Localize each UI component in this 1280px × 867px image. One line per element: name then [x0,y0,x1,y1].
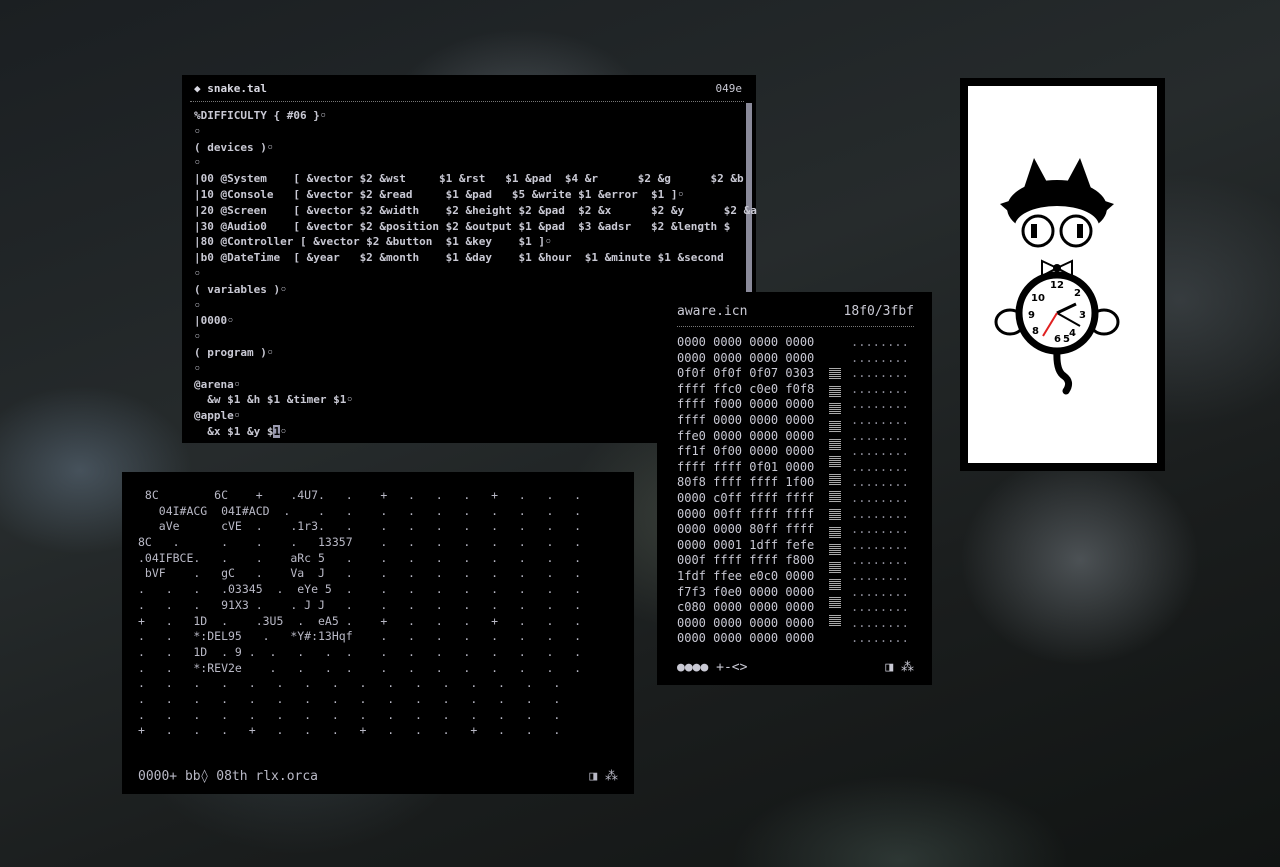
hex-row: ffff f000 0000 0000 [677,397,815,412]
code-line: |30 @Audio0 [ &vector $2 &position $2 &o… [194,219,731,233]
hex-row: ffff ffff 0f01 0000 [677,459,815,474]
cat-eye-right [1059,214,1093,248]
orca-window-icons[interactable]: ◨ ⁂ [589,769,618,784]
cat-clock-window[interactable]: + + 12 9 6 4 5 10 8 2 3 [960,78,1165,471]
hex-row: 0000 0000 0000 0000 [677,615,815,630]
clock-number: 2 [1074,288,1081,299]
hex-row: 0000 0000 80ff ffff [677,522,815,537]
hex-row: 1fdf ffee e0c0 0000 [677,568,815,583]
code-line: ◦ [194,156,201,170]
cat-clock-illustration: + + 12 9 6 4 5 10 8 2 3 [994,158,1120,395]
cat-bow-knot [1053,264,1061,272]
hex-row: 000f ffff ffff f800 [677,553,815,568]
grid-row: . . . .03345 . eYe 5 . . . . . . . . . [138,582,582,597]
hex-row: 0000 00ff ffff ffff [677,506,815,521]
hex-row: 0000 0001 1dff fefe [677,537,815,552]
hex-row: 0000 0000 0000 0000 [677,335,815,349]
code-line: |10 @Console [ &vector $2 &read $1 &pad … [194,187,685,201]
tile-preview [829,335,843,630]
clock-number: 6 [1054,334,1061,345]
cat-clock-canvas: + + 12 9 6 4 5 10 8 2 3 [968,86,1157,463]
hex-row: f7f3 f0e0 0000 0000 [677,584,815,599]
icon-address-range: 18f0/3fbf [843,304,914,319]
grid-row: . . *:REV2e . . . . . . . . . . . . [138,660,582,675]
grid-row: . . . . . . . . . . . . . . . . [138,707,561,722]
code-line-text: &x $1 &y $ [194,424,274,438]
grid-row: . . 1D . 9 . . . . . . . . . . . . . [138,644,582,659]
cat-pupil-left [1031,224,1037,238]
grid-row: . . . . . . . . . . . . . . . . [138,691,561,706]
hex-row: c080 0000 0000 0000 [677,600,815,615]
grid-row: 04I#ACG 04I#ACD . . . . . . . . . . . [138,503,582,518]
grid-row: + . . . + . . . + . . . + . . . [138,723,561,738]
hex-row: ffe0 0000 0000 0000 [677,428,815,443]
code-line: ◦ [194,266,201,280]
editor-title: ◆ snake.tal [194,82,267,95]
code-line: |b0 @DateTime [ &year $2 &month $1 &day … [194,251,724,265]
icon-editor-window-icons[interactable]: ◨ ⁂ [885,660,914,675]
hex-row: 80f8 ffff ffff 1f00 [677,475,815,490]
hex-row: ff1f 0f00 0000 0000 [677,444,815,459]
code-line: |00 @System [ &vector $2 &wst $1 &rst $1… [194,172,744,186]
grid-row: 8C . . . . 13357 . . . . . . . . [138,535,582,550]
clock-number: 8 [1032,326,1039,337]
clock-number: 9 [1028,310,1035,321]
tile-dots: ........................................… [851,335,909,646]
cat-eye-left [1021,214,1055,248]
clock-number: 4 [1069,328,1076,339]
orca-window[interactable]: 8C 6C + .4U7. . + . . . + . . . 04I#ACG … [122,472,634,794]
hex-rows[interactable]: 0000 0000 0000 0000 0000 0000 0000 0000 … [677,335,814,647]
code-line: ◦ [194,124,201,138]
grid-row: . . *:DEL95 . *Y#:13Hqf . . . . . . . . [138,629,582,644]
hex-row: ffff ffc0 c0e0 f0f8 [677,381,815,396]
hex-row: ffff 0000 0000 0000 [677,412,815,427]
grid-row: 8C 6C + .4U7. . + . . . + . . . [138,488,582,502]
orca-grid[interactable]: 8C 6C + .4U7. . + . . . + . . . 04I#ACG … [138,488,581,739]
hex-row: 0f0f 0f0f 0f07 0303 [677,366,815,381]
code-line: %DIFFICULTY { #06 }◦ [194,109,327,122]
grid-row: . . . . . . . . . . . . . . . . [138,676,561,691]
icon-editor-window[interactable]: aware.icn 18f0/3fbf 0000 0000 0000 0000 … [657,292,932,685]
icon-file-title: aware.icn [677,304,748,319]
cat-pupil-right [1077,224,1083,238]
clock-number: 10 [1031,293,1045,304]
grid-row: . . . 91X3 . . J J . . . . . . . . . [138,597,582,612]
clock-number: 3 [1079,310,1086,321]
icon-editor-tools[interactable]: ●●●● +-<> [677,660,747,675]
code-line: ( devices )◦ [194,140,274,154]
icon-editor-divider [677,326,914,327]
grid-row: .04IFBCE. . . aRc 5 . . . . . . . . . [138,550,582,565]
editor-address: 049e [715,82,743,95]
grid-row: + . 1D . .3U5 . eA5 . + . . . + . . . [138,613,582,628]
editor-divider [190,101,744,102]
grid-row: bVF . gC . Va J . . . . . . . . . [138,566,582,581]
cat-sparkle-right: + [1058,206,1066,217]
code-line: |20 @Screen [ &vector $2 &width $2 &heig… [194,203,757,217]
code-line-tail: ◦ [280,424,287,438]
hex-row: 0000 c0ff ffff ffff [677,490,815,505]
clock-number: 12 [1050,280,1064,291]
cat-tail [1053,347,1073,395]
hex-row: 0000 0000 0000 0000 [677,631,815,646]
hex-row: 0000 0000 0000 0000 [677,350,815,365]
grid-row: aVe cVE . .1r3. . . . . . . . . . [138,519,582,534]
clock-number: 5 [1063,334,1070,345]
orca-status: 0000+ bb◊ 08th rlx.orca [138,769,319,784]
code-line: |80 @Controller [ &vector $2 &button $1 … [194,235,552,249]
